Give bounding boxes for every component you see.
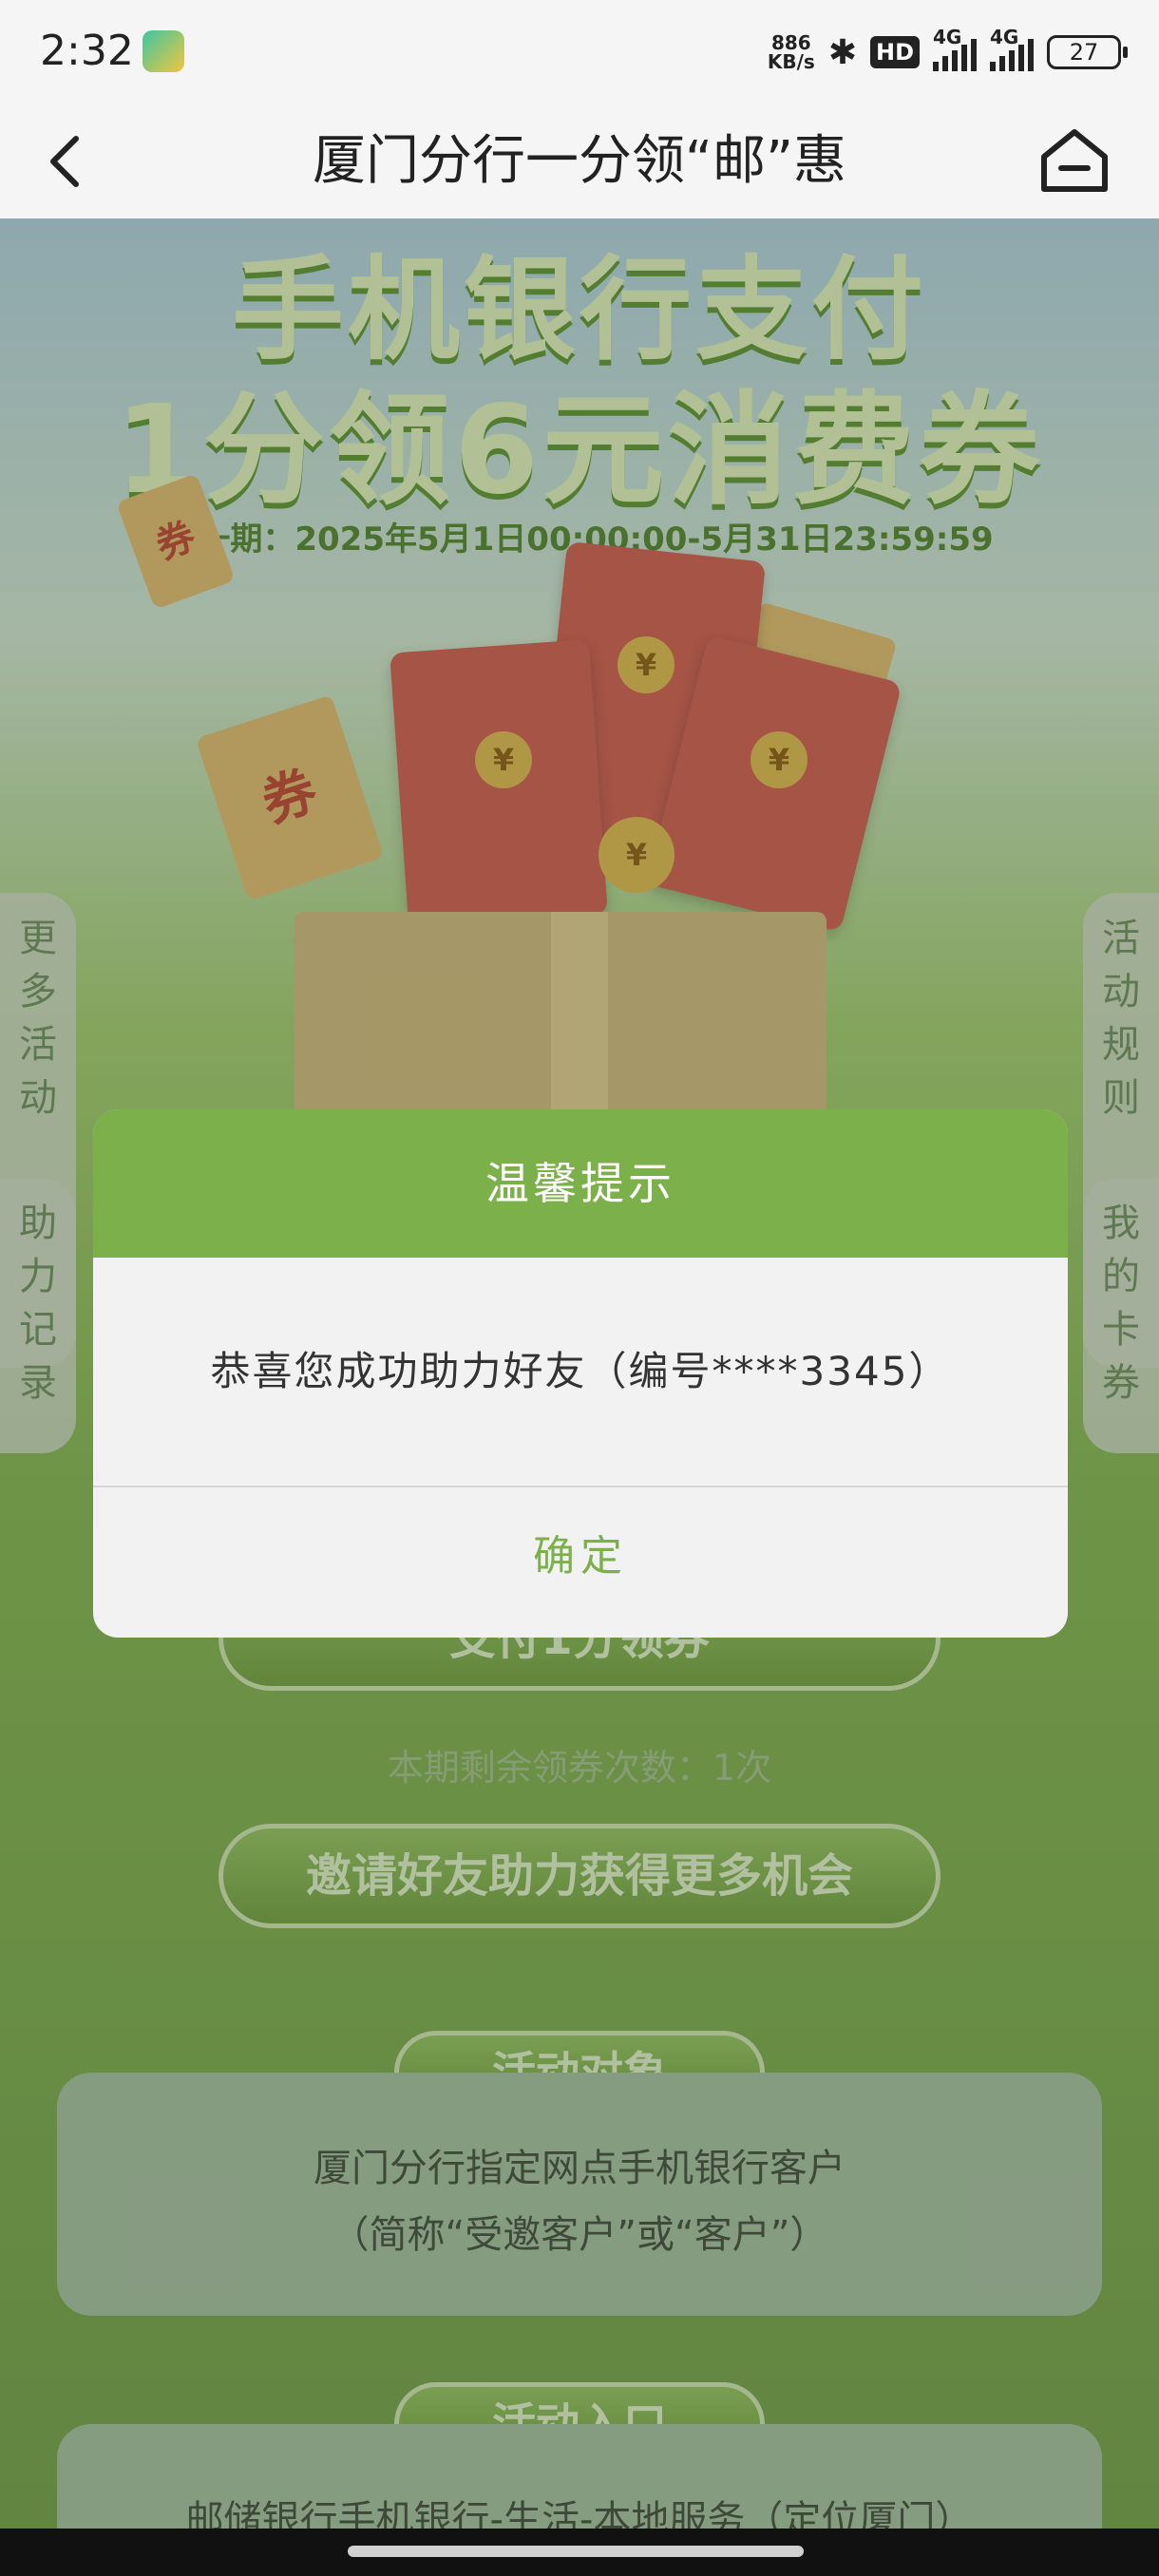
- status-time: 2:32: [40, 27, 134, 75]
- back-button[interactable]: [28, 125, 101, 198]
- navigation-bar: 厦门分行一分领“邮”惠: [0, 104, 1159, 218]
- status-bar: 2:32 886 KB/s ✱ HD 4G 4G 27: [0, 0, 1159, 104]
- confirm-button[interactable]: 确定: [93, 1487, 1068, 1638]
- network-speed: 886 KB/s: [768, 33, 815, 71]
- signal-icon: 4G: [933, 26, 977, 71]
- network-speed-value: 886: [770, 31, 811, 54]
- notice-dialog: 温馨提示 恭喜您成功助力好友（编号****3345） 确定: [93, 1109, 1068, 1638]
- battery-icon: 27: [1047, 35, 1128, 69]
- home-indicator[interactable]: [348, 2546, 804, 2557]
- home-icon: [1041, 129, 1108, 192]
- page-title: 厦门分行一分领“邮”惠: [312, 130, 847, 192]
- app-notification-icon: [142, 30, 184, 72]
- signal-label: 4G: [990, 26, 1019, 48]
- signal-label: 4G: [933, 26, 962, 48]
- hd-icon: HD: [869, 36, 920, 68]
- bluetooth-icon: ✱: [827, 32, 857, 72]
- network-speed-unit: KB/s: [767, 50, 815, 73]
- home-button[interactable]: [1032, 118, 1117, 203]
- status-indicators: 886 KB/s ✱ HD 4G 4G 27: [768, 26, 1128, 78]
- chevron-left-icon: [50, 136, 79, 187]
- system-navigation-bar: [0, 2529, 1159, 2576]
- dialog-title: 温馨提示: [93, 1109, 1068, 1258]
- dialog-message: 恭喜您成功助力好友（编号****3345）: [210, 1348, 951, 1394]
- signal-icon: 4G: [990, 26, 1034, 71]
